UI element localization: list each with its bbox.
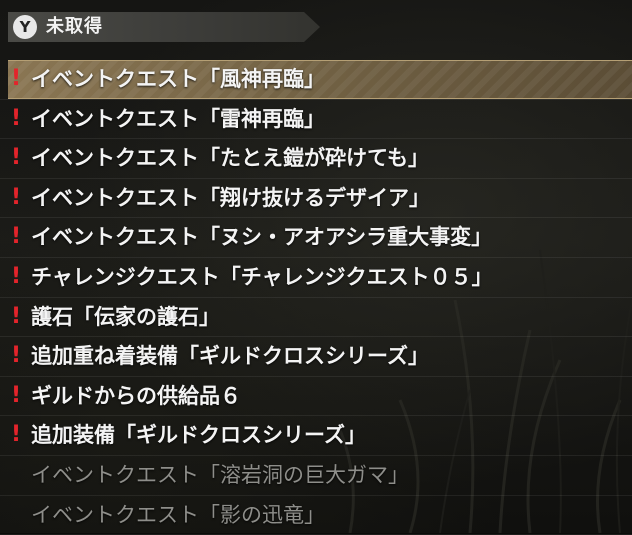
reward-list: ! イベントクエスト「風神再臨」 ! イベントクエスト「雷神再臨」 ! イベント… bbox=[0, 60, 632, 535]
new-marker-icon: ! bbox=[11, 105, 22, 131]
list-item-label: ギルドからの供給品６ bbox=[31, 383, 241, 408]
new-marker-icon: ! bbox=[11, 66, 22, 91]
list-item-label: イベントクエスト「たとえ鎧が砕けても」 bbox=[31, 146, 429, 171]
list-item-label: イベントクエスト「溶岩洞の巨大ガマ」 bbox=[31, 462, 409, 487]
list-item[interactable]: ! イベントクエスト「翔け抜けるデザイア」 bbox=[0, 179, 632, 219]
list-item[interactable]: ! イベントクエスト「ヌシ・アオアシラ重大事変」 bbox=[0, 218, 632, 258]
list-item[interactable]: ! 追加重ね着装備「ギルドクロスシリーズ」 bbox=[0, 337, 632, 377]
list-item[interactable]: ! 護石「伝家の護石」 bbox=[0, 298, 632, 338]
list-item-label: イベントクエスト「ヌシ・アオアシラ重大事変」 bbox=[31, 225, 493, 250]
new-marker-icon: ! bbox=[11, 145, 22, 171]
list-item-label: チャレンジクエスト「チャレンジクエスト０５」 bbox=[31, 264, 493, 289]
new-marker-icon: ! bbox=[11, 343, 22, 369]
list-item[interactable]: ! 追加装備「ギルドクロスシリーズ」 bbox=[0, 416, 632, 456]
list-item-label: 追加装備「ギルドクロスシリーズ」 bbox=[31, 423, 366, 448]
filter-title: 未取得 bbox=[46, 16, 103, 37]
y-button-icon[interactable]: Y bbox=[13, 15, 37, 39]
list-item[interactable]: イベントクエスト「影の迅竜」 bbox=[0, 496, 632, 535]
list-item-label: イベントクエスト「影の迅竜」 bbox=[31, 502, 325, 527]
list-item[interactable]: イベントクエスト「溶岩洞の巨大ガマ」 bbox=[0, 456, 632, 496]
list-item[interactable]: ! イベントクエスト「雷神再臨」 bbox=[0, 100, 632, 140]
new-marker-icon: ! bbox=[11, 303, 22, 329]
new-marker-icon: ! bbox=[11, 422, 22, 448]
list-item-label: 護石「伝家の護石」 bbox=[31, 304, 220, 329]
list-item-label: 追加重ね着装備「ギルドクロスシリーズ」 bbox=[31, 344, 429, 369]
list-item-label: イベントクエスト「雷神再臨」 bbox=[31, 106, 325, 131]
new-marker-icon: ! bbox=[11, 224, 22, 250]
list-item[interactable]: ! イベントクエスト「風神再臨」 bbox=[0, 60, 632, 100]
list-item[interactable]: ! チャレンジクエスト「チャレンジクエスト０５」 bbox=[0, 258, 632, 298]
new-marker-icon: ! bbox=[11, 184, 22, 210]
list-item-label: イベントクエスト「風神再臨」 bbox=[31, 67, 325, 91]
list-item[interactable]: ! イベントクエスト「たとえ鎧が砕けても」 bbox=[0, 139, 632, 179]
list-item[interactable]: ! ギルドからの供給品６ bbox=[0, 377, 632, 417]
new-marker-icon: ! bbox=[11, 263, 22, 289]
list-item-label: イベントクエスト「翔け抜けるデザイア」 bbox=[31, 185, 430, 210]
new-marker-icon: ! bbox=[11, 382, 22, 408]
